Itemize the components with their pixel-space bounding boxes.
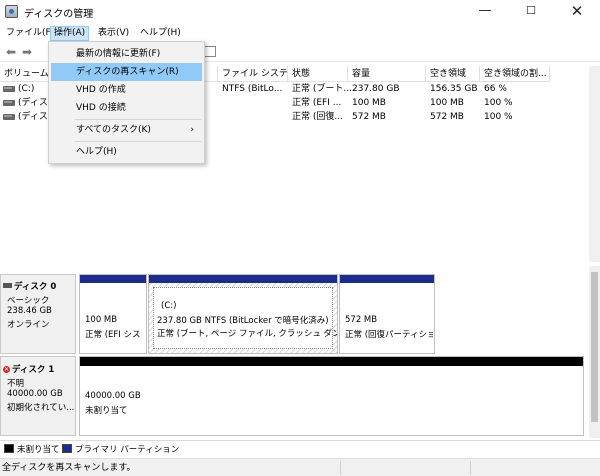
disk-1-type: 不明 (7, 379, 25, 389)
drive-icon (3, 86, 15, 92)
primary-partition-bar (80, 275, 146, 283)
disk-1-size: 40000.00 GB (7, 389, 63, 399)
menu-separator (75, 141, 201, 142)
partition-status: 正常 (ブート, ページ ファイル, クラッシュ ダンプ, ベー (157, 329, 337, 339)
menu-item-all-tasks-label: すべてのタスク(K) (76, 125, 151, 135)
disk-1-state: 初期化されてい... (7, 403, 75, 413)
col-header-free[interactable]: 空き領域 (426, 66, 480, 82)
disk-icon (3, 283, 12, 288)
volume-status: 正常 (回復... (292, 112, 343, 122)
col-header-capacity[interactable]: 容量 (348, 66, 426, 82)
volume-name: (C:) (18, 84, 35, 94)
legend-unallocated: 未割り当て (17, 445, 60, 455)
disk-0-name: ディスク 0 (14, 282, 57, 292)
unallocated-bar (80, 357, 583, 366)
partition-size: 572 MB (345, 315, 378, 325)
menu-item-refresh[interactable]: 最新の情報に更新(F) (51, 45, 202, 63)
menu-help[interactable]: ヘルプ(H) (137, 26, 184, 41)
volume-capacity: 237.80 GB (352, 84, 400, 94)
volume-fs: NTFS (BitLo... (222, 84, 283, 94)
status-divider (470, 461, 471, 475)
properties-icon[interactable] (204, 46, 216, 57)
drive-icon (3, 100, 15, 106)
volume-free: 156.35 GB (430, 84, 478, 94)
disk-0-state: オンライン (7, 320, 50, 330)
partition-size: 237.80 GB NTFS (BitLocker で暗号化済み) (157, 316, 329, 326)
disk-graph-pane: ディスク 0 ベーシック 238.46 GB オンライン 100 MB 正常 (… (0, 266, 588, 438)
window-title: ディスクの管理 (24, 9, 94, 20)
status-bar: 全ディスクを再スキャンします。 (0, 458, 600, 476)
disk-graph-scrollbar[interactable] (589, 266, 600, 438)
partition-unallocated[interactable]: 40000.00 GB 未割り当て (79, 356, 584, 436)
partition-status: 正常 (回復パーティショ (345, 330, 433, 340)
col-header-status[interactable]: 状態 (288, 66, 348, 82)
back-arrow-icon[interactable]: ⬅ (4, 45, 18, 59)
partition-efi[interactable]: 100 MB 正常 (EFI シス (79, 274, 147, 354)
drive-icon (3, 114, 15, 120)
legend: 未割り当て プライマリ パーティション (0, 440, 600, 455)
volume-free-pct: 100 % (484, 98, 513, 108)
status-divider (340, 461, 341, 475)
menu-item-rescan-disks[interactable]: ディスクの再スキャン(R) (51, 63, 202, 81)
status-text: 全ディスクを再スキャンします。 (2, 463, 136, 473)
volume-capacity: 572 MB (352, 112, 386, 122)
primary-partition-bar (149, 275, 337, 283)
disk-1-name: ディスク 1 (12, 365, 55, 375)
error-icon: ✕ (3, 366, 10, 373)
disk-1-label[interactable]: ✕ ディスク 1 不明 40000.00 GB 初期化されてい... (0, 356, 76, 436)
menu-view[interactable]: 表示(V) (95, 26, 132, 41)
menu-item-help[interactable]: ヘルプ(H) (51, 143, 202, 161)
partition-size: 100 MB (85, 315, 118, 325)
volume-free: 572 MB (430, 112, 464, 122)
scrollbar-thumb[interactable] (591, 272, 598, 422)
disk-0-size: 238.46 GB (7, 306, 52, 316)
partition-label: (C:) (161, 301, 177, 311)
forward-arrow-icon[interactable]: ➡ (20, 45, 34, 59)
menu-item-attach-vhd[interactable]: VHD の接続 (51, 99, 202, 117)
partition-status: 未割り当て (85, 406, 128, 416)
partition-status: 正常 (EFI シス (85, 330, 141, 340)
menu-action[interactable]: 操作(A) (50, 26, 90, 41)
submenu-arrow-icon: › (190, 125, 194, 135)
menu-item-all-tasks[interactable]: すべてのタスク(K) › (51, 121, 202, 139)
partition-size: 40000.00 GB (85, 391, 141, 401)
volume-free: 100 MB (430, 98, 464, 108)
partition-c[interactable]: (C:) 237.80 GB NTFS (BitLocker で暗号化済み) 正… (148, 274, 338, 354)
maximize-button[interactable]: ☐ (508, 0, 554, 24)
close-button[interactable]: ✕ (554, 0, 600, 24)
col-header-free-pct[interactable]: 空き領域の割... (480, 66, 550, 82)
unallocated-swatch (4, 444, 14, 453)
action-menu-dropdown: 最新の情報に更新(F) ディスクの再スキャン(R) VHD の作成 VHD の接… (48, 41, 205, 164)
title-bar: ディスクの管理 — ☐ ✕ (0, 0, 600, 24)
partition-recovery[interactable]: 572 MB 正常 (回復パーティショ (339, 274, 435, 354)
minimize-button[interactable]: — (462, 0, 508, 24)
menu-separator (75, 119, 201, 120)
volume-list-scrollbar[interactable] (589, 66, 600, 262)
disk-0-type: ベーシック (7, 296, 50, 306)
volume-status: 正常 (ブート... (292, 84, 352, 94)
menu-item-create-vhd[interactable]: VHD の作成 (51, 81, 202, 99)
menu-bar: ファイル(F) 操作(A) 表示(V) ヘルプ(H) (0, 24, 600, 42)
disk-management-app-icon (5, 5, 18, 18)
volume-capacity: 100 MB (352, 98, 386, 108)
primary-partition-bar (340, 275, 434, 283)
disk-0-label[interactable]: ディスク 0 ベーシック 238.46 GB オンライン (0, 274, 76, 354)
primary-partition-swatch (62, 444, 72, 453)
volume-free-pct: 66 % (484, 84, 507, 94)
volume-status: 正常 (EFI ... (292, 98, 342, 108)
legend-primary-partition: プライマリ パーティション (75, 445, 180, 455)
col-header-filesystem[interactable]: ファイル システム (218, 66, 288, 82)
volume-free-pct: 100 % (484, 112, 513, 122)
